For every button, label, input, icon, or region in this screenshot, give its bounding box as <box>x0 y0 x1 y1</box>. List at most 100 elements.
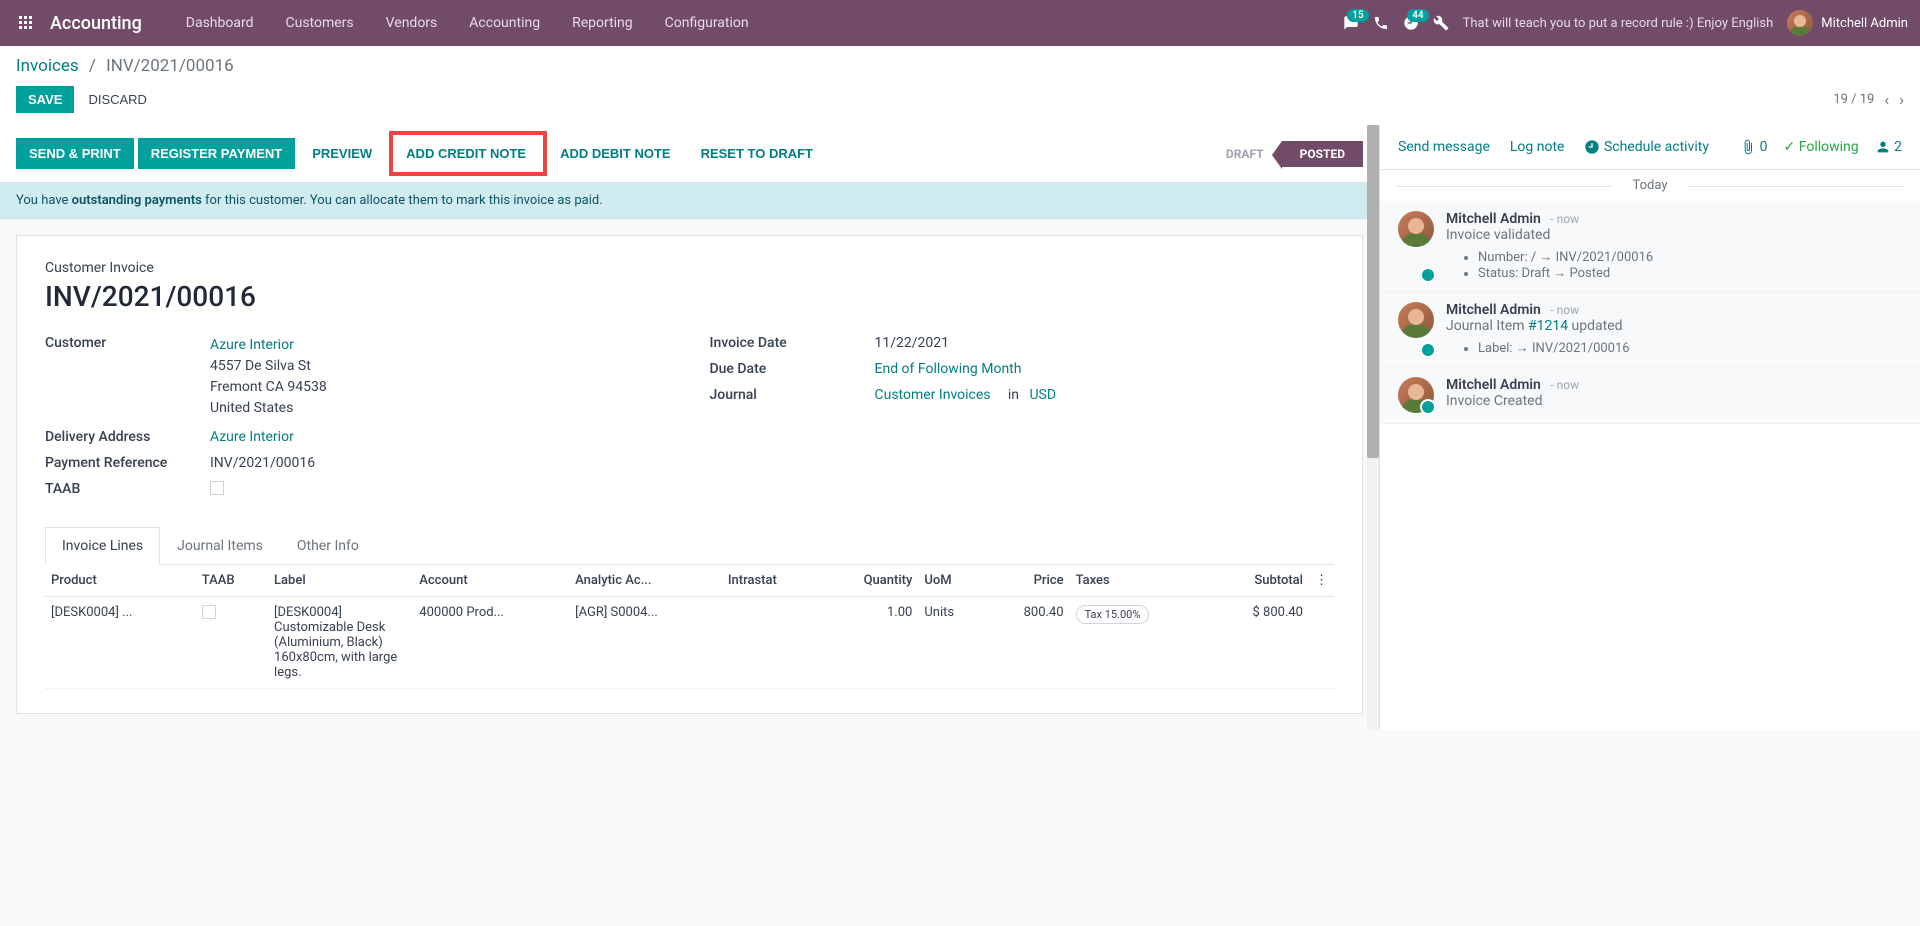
th-uom[interactable]: UoM <box>918 565 985 597</box>
tabs: Invoice Lines Journal Items Other Info <box>45 527 1334 565</box>
nav-customers[interactable]: Customers <box>270 0 370 46</box>
log-note-button[interactable]: Log note <box>1510 139 1565 155</box>
th-product[interactable]: Product <box>45 565 196 597</box>
th-label[interactable]: Label <box>268 565 413 597</box>
activity-badge: 44 <box>1407 9 1428 22</box>
breadcrumb: Invoices / INV/2021/00016 <box>16 56 234 76</box>
addr-line2: Fremont CA 94538 <box>210 379 327 395</box>
top-nav: Dashboard Customers Vendors Accounting R… <box>170 0 765 46</box>
journal-item-link[interactable]: #1214 <box>1528 318 1568 334</box>
pager-prev-icon[interactable]: ‹ <box>1884 90 1889 109</box>
addr-line1: 4557 De Silva St <box>210 358 311 374</box>
nav-dashboard[interactable]: Dashboard <box>170 0 270 46</box>
cell-price[interactable]: 800.40 <box>986 597 1070 689</box>
reset-draft-button[interactable]: RESET TO DRAFT <box>688 138 826 169</box>
banner-suffix: for this customer. You can allocate them… <box>202 193 603 208</box>
invoice-title: INV/2021/00016 <box>45 280 1334 313</box>
followers-button[interactable]: 2 <box>1875 139 1902 155</box>
th-more-icon[interactable]: ⋮ <box>1309 565 1334 597</box>
add-debit-note-button[interactable]: ADD DEBIT NOTE <box>547 138 684 169</box>
topbar-right: 15 44 That will teach you to put a recor… <box>1343 10 1908 36</box>
tab-invoice-lines[interactable]: Invoice Lines <box>45 527 160 565</box>
scrollbar-thumb[interactable] <box>1367 125 1379 458</box>
nav-accounting[interactable]: Accounting <box>453 0 556 46</box>
chatter-top: Send message Log note Schedule activity … <box>1380 125 1920 170</box>
apps-icon[interactable] <box>12 9 40 37</box>
avatar-icon <box>1398 211 1434 247</box>
msg-author[interactable]: Mitchell Admin <box>1446 302 1541 318</box>
msg-body: Journal Item #1214 updated <box>1446 318 1902 334</box>
cell-analytic[interactable]: [AGR] S0004... <box>569 597 722 689</box>
cell-subtotal: $ 800.40 <box>1208 597 1309 689</box>
messaging-icon[interactable]: 15 <box>1343 15 1359 31</box>
msg-time: - now <box>1550 303 1579 317</box>
discard-button[interactable]: DISCARD <box>74 86 161 113</box>
th-analytic[interactable]: Analytic Ac... <box>569 565 722 597</box>
pager-next-icon[interactable]: › <box>1899 90 1904 109</box>
taab-checkbox[interactable] <box>210 481 224 495</box>
add-credit-note-button[interactable]: ADD CREDIT NOTE <box>393 138 539 169</box>
preview-button[interactable]: PREVIEW <box>299 138 385 169</box>
th-taab[interactable]: TAAB <box>196 565 268 597</box>
presence-icon <box>1420 267 1436 283</box>
cell-intrastat[interactable] <box>722 597 820 689</box>
value-payment-ref: INV/2021/00016 <box>210 455 670 471</box>
th-account[interactable]: Account <box>413 565 569 597</box>
customer-link[interactable]: Azure Interior <box>210 337 294 353</box>
register-payment-button[interactable]: REGISTER PAYMENT <box>138 138 295 169</box>
msg-author[interactable]: Mitchell Admin <box>1446 211 1541 227</box>
form-header-label: Customer Invoice <box>45 260 1334 276</box>
debug-icon[interactable] <box>1433 15 1449 31</box>
phone-icon[interactable] <box>1373 15 1389 31</box>
msg-body: Invoice Created <box>1446 393 1902 409</box>
th-intrastat[interactable]: Intrastat <box>722 565 820 597</box>
status-posted[interactable]: POSTED <box>1282 141 1363 167</box>
msg-change: Status: Draft → Posted <box>1478 265 1902 281</box>
schedule-activity-button[interactable]: Schedule activity <box>1584 139 1709 155</box>
nav-vendors[interactable]: Vendors <box>370 0 454 46</box>
delivery-link[interactable]: Azure Interior <box>210 429 294 445</box>
cell-quantity[interactable]: 1.00 <box>820 597 918 689</box>
th-price[interactable]: Price <box>986 565 1070 597</box>
send-message-button[interactable]: Send message <box>1398 139 1490 155</box>
form-sheet: Customer Invoice INV/2021/00016 Customer… <box>16 235 1363 714</box>
th-taxes[interactable]: Taxes <box>1070 565 1208 597</box>
journal-in: in <box>1008 387 1019 403</box>
following-button[interactable]: ✓ Following <box>1784 139 1859 155</box>
msg-change: Number: / → INV/2021/00016 <box>1478 249 1902 265</box>
activity-icon[interactable]: 44 <box>1403 15 1419 31</box>
brand[interactable]: Accounting <box>50 13 142 34</box>
tab-journal-items[interactable]: Journal Items <box>160 527 280 565</box>
label-journal: Journal <box>710 387 875 403</box>
breadcrumb-root[interactable]: Invoices <box>16 56 79 76</box>
banner-prefix: You have <box>16 193 72 208</box>
msg-author[interactable]: Mitchell Admin <box>1446 377 1541 393</box>
th-quantity[interactable]: Quantity <box>820 565 918 597</box>
chat-badge: 15 <box>1347 9 1368 22</box>
tab-other-info[interactable]: Other Info <box>280 527 376 565</box>
cell-product[interactable]: [DESK0004] ... <box>45 597 196 689</box>
journal-link[interactable]: Customer Invoices <box>875 387 991 403</box>
pager: 19 / 19 ‹ › <box>1833 90 1904 109</box>
table-row[interactable]: [DESK0004] ... [DESK0004] Customizable D… <box>45 597 1334 689</box>
cell-account[interactable]: 400000 Prod... <box>413 597 569 689</box>
send-print-button[interactable]: SEND & PRINT <box>16 138 134 169</box>
value-invoice-date: 11/22/2021 <box>875 335 1335 351</box>
due-date-link[interactable]: End of Following Month <box>875 361 1022 377</box>
scrollbar-track[interactable] <box>1367 125 1379 730</box>
label-taab: TAAB <box>45 481 210 499</box>
cell-taab-checkbox[interactable] <box>202 605 216 619</box>
status-draft[interactable]: DRAFT <box>1208 141 1282 167</box>
th-subtotal[interactable]: Subtotal <box>1208 565 1309 597</box>
attachments-button[interactable]: 0 <box>1740 139 1767 155</box>
cell-label[interactable]: [DESK0004] Customizable Desk (Aluminium,… <box>268 597 413 689</box>
currency-link[interactable]: USD <box>1029 387 1056 403</box>
cell-uom[interactable]: Units <box>918 597 985 689</box>
nav-configuration[interactable]: Configuration <box>649 0 765 46</box>
save-button[interactable]: SAVE <box>16 86 74 113</box>
nav-reporting[interactable]: Reporting <box>556 0 649 46</box>
breadcrumb-row: Invoices / INV/2021/00016 <box>0 46 1920 82</box>
tax-badge[interactable]: Tax 15.00% <box>1076 605 1150 624</box>
user-menu[interactable]: Mitchell Admin <box>1787 10 1908 36</box>
label-payment-ref: Payment Reference <box>45 455 210 471</box>
